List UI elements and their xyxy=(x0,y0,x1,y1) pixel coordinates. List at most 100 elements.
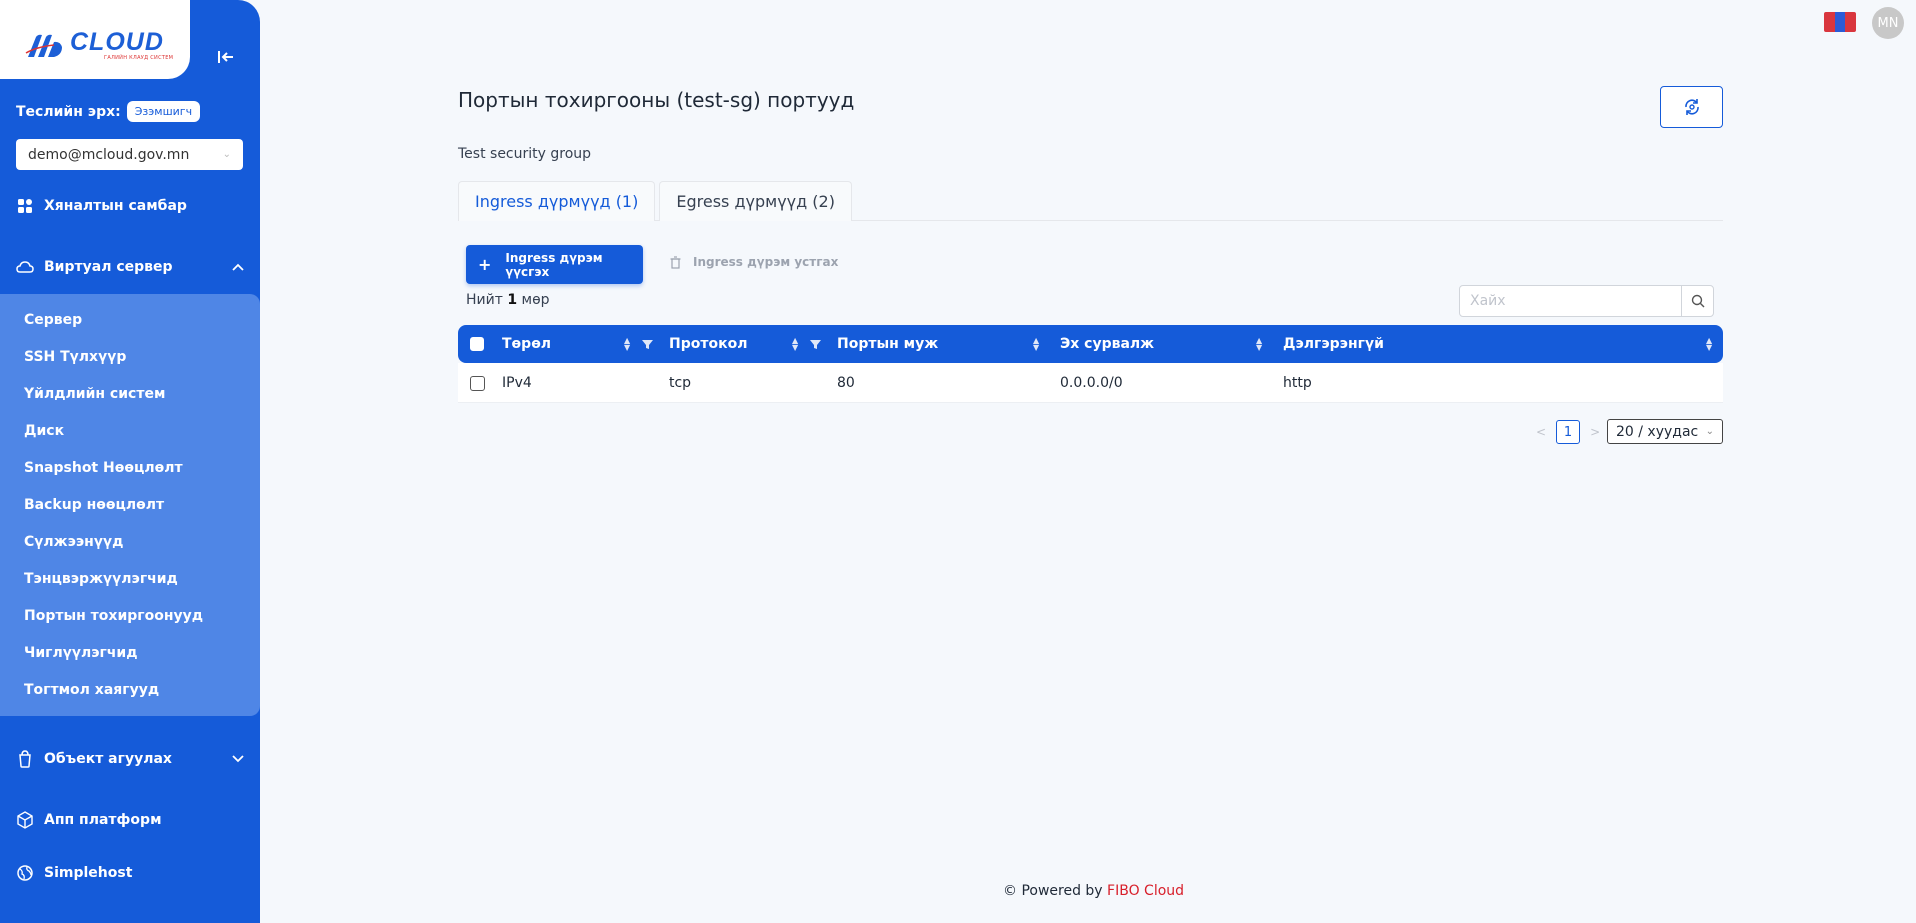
submenu-item-floating-ips[interactable]: Тогтмол хаягууд xyxy=(24,682,159,698)
column-details[interactable]: Дэлгэрэнгүй xyxy=(1283,325,1384,363)
page-title: Портын тохиргооны (test-sg) портууд xyxy=(458,88,855,112)
submenu-item-backup[interactable]: Backup нөөцлөлт xyxy=(24,497,164,513)
submenu-item-security-groups[interactable]: Портын тохиргоонууд xyxy=(24,608,203,624)
sort-details-icon[interactable]: ▲ ▼ xyxy=(1706,325,1712,363)
cell-port-range: 80 xyxy=(837,375,855,391)
sort-port-range-icon[interactable]: ▲ ▼ xyxy=(1033,325,1039,363)
submenu-item-routers[interactable]: Чиглүүлэгчид xyxy=(24,645,138,661)
page-size-value: 20 / хуудас xyxy=(1616,423,1699,440)
sidebar-item-app-platform[interactable]: Апп платформ xyxy=(16,807,244,833)
table-header: Төрөл ▲ ▼ Протокол ▲ ▼ Портын муж ▲ ▼ Эх су… xyxy=(458,325,1723,363)
submenu-item-server[interactable]: Сервер xyxy=(24,312,82,328)
filter-type-icon[interactable] xyxy=(642,325,653,363)
sidebar-item-object-storage[interactable]: Объект агуулах xyxy=(16,746,244,772)
cell-type: IPv4 xyxy=(502,375,532,391)
chevron-down-icon: ⌄ xyxy=(1705,426,1714,437)
search-button[interactable] xyxy=(1681,286,1713,316)
select-all-checkbox[interactable] xyxy=(470,325,484,363)
column-header-label: Протокол xyxy=(669,336,748,352)
cell-protocol: tcp xyxy=(669,375,692,391)
sort-protocol-icon[interactable]: ▲ ▼ xyxy=(792,325,798,363)
submenu-item-load-balancers[interactable]: Тэнцвэржүүлэгчид xyxy=(24,571,178,587)
table-row[interactable]: IPv4 tcp 80 0.0.0.0/0 http xyxy=(458,363,1723,403)
submenu-item-snapshot[interactable]: Snapshot Нөөцлөлт xyxy=(24,460,183,476)
column-protocol[interactable]: Протокол xyxy=(669,325,747,363)
logo-text: CLOUD xyxy=(70,28,164,56)
sidebar-item-label: Виртуал сервер xyxy=(44,259,173,275)
plus-icon: + xyxy=(478,255,492,274)
checkbox-box xyxy=(470,337,484,351)
cell-details: http xyxy=(1283,375,1312,391)
total-count: Нийт 1 мөр xyxy=(466,292,550,308)
add-ingress-rule-button[interactable]: + Ingress дүрэм үүсгэх xyxy=(466,245,643,284)
dashboard-icon xyxy=(16,197,34,215)
tab-ingress[interactable]: Ingress дүрмүүд (1) xyxy=(458,181,656,221)
chevron-down-icon: ⌄ xyxy=(222,149,231,160)
sidebar-item-dashboard[interactable]: Хяналтын самбар xyxy=(16,193,244,219)
column-source[interactable]: Эх сурвалж xyxy=(1060,325,1154,363)
column-header-label: Портын муж xyxy=(837,336,939,352)
column-header-label: Эх сурвалж xyxy=(1060,336,1155,352)
cloud-icon xyxy=(16,258,34,276)
submenu-item-disk[interactable]: Диск xyxy=(24,423,64,439)
sidebar-item-simplehost[interactable]: Simplehost xyxy=(16,860,244,886)
language-flag-icon[interactable] xyxy=(1824,12,1856,32)
row-checkbox[interactable] xyxy=(470,363,485,403)
sidebar-item-label: Хяналтын самбар xyxy=(44,198,187,214)
search-icon xyxy=(1691,294,1704,308)
account-value: demo@mcloud.gov.mn xyxy=(28,146,190,163)
sort-source-icon[interactable]: ▲ ▼ xyxy=(1256,325,1262,363)
tab-egress[interactable]: Egress дүрмүүд (2) xyxy=(659,181,852,221)
role-label: Теслийн эрх: xyxy=(16,103,121,120)
sidebar: CLOUD ГАЛИЙН КЛАУД СИСТЕМ Теслийн эрх: Э… xyxy=(0,0,260,923)
logo[interactable]: CLOUD ГАЛИЙН КЛАУД СИСТЕМ xyxy=(0,0,190,79)
refresh-button[interactable] xyxy=(1660,86,1723,128)
submenu-item-os[interactable]: Үйлдлийн систем xyxy=(24,386,165,402)
add-ingress-rule-label: Ingress дүрэм үүсгэх xyxy=(505,250,603,279)
delete-ingress-rule-label: Ingress дүрэм устгах xyxy=(693,255,839,269)
checkbox-box xyxy=(470,375,485,391)
trash-icon xyxy=(670,255,681,269)
total-prefix: Нийт xyxy=(466,292,503,308)
delete-ingress-rule-button[interactable]: Ingress дүрэм устгах xyxy=(670,255,838,269)
sidebar-item-label: Апп платформ xyxy=(44,812,162,828)
prev-page-icon[interactable]: < xyxy=(1536,425,1546,439)
column-port-range[interactable]: Портын муж xyxy=(837,325,938,363)
cube-icon xyxy=(16,811,34,829)
footer: © Powered by FIBO Cloud xyxy=(1003,883,1184,899)
total-number: 1 xyxy=(507,292,518,308)
filter-protocol-icon[interactable] xyxy=(810,325,821,363)
role-badge: Эзэмшигч xyxy=(126,101,201,122)
chevron-up-icon xyxy=(232,260,244,275)
logo-subtitle: ГАЛИЙН КЛАУД СИСТЕМ xyxy=(104,55,174,61)
collapse-left-icon xyxy=(218,51,233,63)
sidebar-item-label: Simplehost xyxy=(44,865,133,881)
sidebar-item-label: Объект агуулах xyxy=(44,751,172,767)
page-description: Test security group xyxy=(458,146,592,162)
submenu-item-ssh-key[interactable]: SSH Түлхүүр xyxy=(24,349,126,365)
footer-brand-link[interactable]: FIBO Cloud xyxy=(1107,883,1184,899)
account-select[interactable]: demo@mcloud.gov.mn ⌄ xyxy=(16,139,243,170)
column-type[interactable]: Төрөл xyxy=(502,325,662,363)
avatar[interactable]: MN xyxy=(1872,7,1904,39)
footer-prefix: © Powered by xyxy=(1003,883,1103,899)
next-page-icon[interactable]: > xyxy=(1590,425,1600,439)
chevron-down-icon xyxy=(232,752,244,767)
page-number[interactable]: 1 xyxy=(1556,420,1581,444)
pagination: < 1 > xyxy=(1536,420,1600,444)
bucket-icon xyxy=(16,750,34,768)
search-input[interactable] xyxy=(1460,286,1681,316)
total-suffix: мөр xyxy=(521,292,550,308)
sort-type-icon[interactable]: ▲ ▼ xyxy=(624,325,630,363)
sidebar-item-virtual-server[interactable]: Виртуал сервер xyxy=(16,254,244,280)
cell-source: 0.0.0.0/0 xyxy=(1060,375,1123,391)
column-header-label: Дэлгэрэнгүй xyxy=(1283,336,1384,352)
refresh-icon xyxy=(1684,99,1699,115)
role-row: Теслийн эрх: Эзэмшигч xyxy=(16,101,201,122)
submenu-item-networks[interactable]: Сүлжээнүүд xyxy=(24,534,123,550)
page-size-select[interactable]: 20 / хуудас ⌄ xyxy=(1607,419,1723,444)
virtual-server-submenu: Сервер SSH Түлхүүр Үйлдлийн систем Диск … xyxy=(0,294,260,716)
logo-mark-icon xyxy=(25,34,62,57)
collapse-sidebar-button[interactable] xyxy=(206,40,246,74)
globe-icon xyxy=(16,864,34,882)
